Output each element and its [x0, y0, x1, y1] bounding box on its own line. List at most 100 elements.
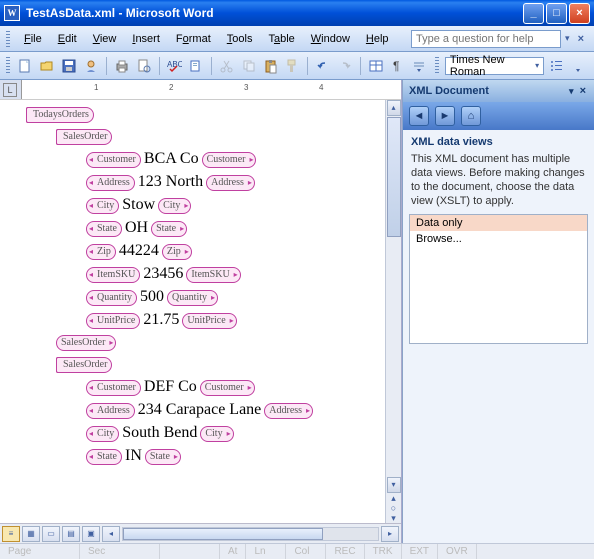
xml-value[interactable]: 500	[139, 288, 165, 305]
toolbar-grip[interactable]	[6, 57, 10, 75]
hscroll-right-icon[interactable]: ▸	[381, 526, 399, 542]
table-icon[interactable]	[366, 55, 386, 77]
xml-close-tag[interactable]: Zip	[162, 244, 192, 260]
xml-close-tag[interactable]: Customer	[200, 380, 255, 396]
spellcheck-icon[interactable]: ABC	[164, 55, 184, 77]
menubar-close-icon[interactable]: ×	[574, 33, 588, 45]
hscroll-left-icon[interactable]: ◂	[102, 526, 120, 542]
xml-close-tag[interactable]: State	[151, 221, 187, 237]
permissions-icon[interactable]	[81, 55, 101, 77]
help-dropdown-icon[interactable]: ▾	[561, 33, 574, 44]
menu-table[interactable]: Table	[260, 30, 302, 48]
xml-value[interactable]: 234 Carapace Lane	[137, 401, 262, 418]
nav-home-icon[interactable]: ⌂	[461, 106, 481, 126]
toolbar-options-2-icon[interactable]	[568, 55, 588, 77]
xml-close-tag[interactable]: Address	[206, 175, 255, 191]
research-icon[interactable]	[186, 55, 206, 77]
print-preview-icon[interactable]	[134, 55, 154, 77]
xml-close-tag[interactable]: UnitPrice	[182, 313, 236, 329]
show-marks-icon[interactable]: ¶	[388, 55, 408, 77]
browse-object-icon[interactable]: ○	[389, 503, 399, 513]
xml-close-tag[interactable]: SalesOrder	[56, 335, 116, 351]
menu-window[interactable]: Window	[303, 30, 358, 48]
print-view-button[interactable]: ▭	[42, 526, 60, 542]
copy-icon[interactable]	[239, 55, 259, 77]
list-item[interactable]: Browse...	[410, 231, 587, 247]
scroll-up-icon[interactable]: ▴	[387, 100, 401, 116]
xml-open-tag[interactable]: ItemSKU	[86, 267, 140, 283]
new-doc-icon[interactable]	[16, 55, 36, 77]
status-ovr[interactable]: OVR	[438, 544, 477, 559]
xml-close-tag[interactable]: Quantity	[167, 290, 218, 306]
save-icon[interactable]	[59, 55, 79, 77]
xml-open-tag[interactable]: TodaysOrders	[26, 107, 94, 123]
xml-open-tag[interactable]: Customer	[86, 152, 141, 168]
format-painter-icon[interactable]	[283, 55, 303, 77]
menu-insert[interactable]: Insert	[124, 30, 168, 48]
xml-value[interactable]: OH	[124, 219, 149, 236]
horizontal-scrollbar[interactable]	[122, 527, 379, 541]
xml-value[interactable]: 44224	[118, 242, 160, 259]
menu-edit[interactable]: Edit	[50, 30, 85, 48]
nav-forward-icon[interactable]: ►	[435, 106, 455, 126]
status-rec[interactable]: REC	[326, 544, 364, 559]
browse-prev-icon[interactable]: ▴	[389, 493, 399, 503]
xml-close-tag[interactable]: ItemSKU	[186, 267, 240, 283]
xml-open-tag[interactable]: City	[86, 198, 119, 214]
toolbar-options-icon[interactable]	[410, 55, 430, 77]
open-icon[interactable]	[37, 55, 57, 77]
xml-value[interactable]: 21.75	[142, 311, 180, 328]
xml-close-tag[interactable]: Customer	[202, 152, 257, 168]
xml-open-tag[interactable]: Customer	[86, 380, 141, 396]
scroll-down-icon[interactable]: ▾	[387, 477, 401, 493]
close-button[interactable]: ×	[569, 3, 590, 24]
xml-open-tag[interactable]: UnitPrice	[86, 313, 140, 329]
menu-tools[interactable]: Tools	[219, 30, 261, 48]
reading-view-button[interactable]: ▣	[82, 526, 100, 542]
outline-view-button[interactable]: ▤	[62, 526, 80, 542]
xml-open-tag[interactable]: Address	[86, 403, 135, 419]
menu-help[interactable]: Help	[358, 30, 397, 48]
print-icon[interactable]	[112, 55, 132, 77]
list-item[interactable]: Data only	[410, 215, 587, 231]
xml-value[interactable]: IN	[124, 447, 143, 464]
xml-open-tag[interactable]: City	[86, 426, 119, 442]
menu-grip[interactable]	[6, 31, 10, 47]
scroll-thumb[interactable]	[387, 117, 401, 237]
xml-open-tag[interactable]: State	[86, 449, 122, 465]
xml-value[interactable]: Stow	[121, 196, 156, 213]
xml-open-tag[interactable]: Address	[86, 175, 135, 191]
help-question-box[interactable]	[411, 30, 561, 48]
menu-view[interactable]: View	[85, 30, 125, 48]
status-ext[interactable]: EXT	[402, 544, 438, 559]
xml-close-tag[interactable]: City	[158, 198, 191, 214]
tab-selector-icon[interactable]: L	[3, 83, 17, 97]
maximize-button[interactable]: □	[546, 3, 567, 24]
font-selector[interactable]: Times New Roman▾	[445, 57, 544, 75]
xml-close-tag[interactable]: City	[200, 426, 233, 442]
status-trk[interactable]: TRK	[365, 544, 402, 559]
web-view-button[interactable]: ▦	[22, 526, 40, 542]
minimize-button[interactable]: _	[523, 3, 544, 24]
task-pane-dropdown-icon[interactable]: ▾	[565, 86, 578, 97]
toolbar-grip-2[interactable]	[435, 57, 439, 75]
menu-file[interactable]: File	[16, 30, 50, 48]
xslt-view-list[interactable]: Data only Browse...	[409, 214, 588, 344]
xml-value[interactable]: 23456	[142, 265, 184, 282]
bullets-icon[interactable]	[546, 55, 566, 77]
xml-open-tag[interactable]: Quantity	[86, 290, 137, 306]
xml-close-tag[interactable]: State	[145, 449, 181, 465]
browse-next-icon[interactable]: ▾	[389, 513, 399, 523]
document-body[interactable]: TodaysOrders SalesOrder CustomerBCA CoCu…	[0, 100, 385, 523]
hscroll-thumb[interactable]	[123, 528, 323, 540]
xml-open-tag[interactable]: State	[86, 221, 122, 237]
task-pane-close-icon[interactable]: ×	[578, 85, 588, 97]
xml-value[interactable]: BCA Co	[143, 150, 200, 167]
xml-open-tag[interactable]: Zip	[86, 244, 116, 260]
paste-icon[interactable]	[261, 55, 281, 77]
xml-value[interactable]: DEF Co	[143, 378, 198, 395]
nav-back-icon[interactable]: ◄	[409, 106, 429, 126]
xml-close-tag[interactable]: Address	[264, 403, 313, 419]
xml-value[interactable]: 123 North	[137, 173, 204, 190]
xml-open-tag[interactable]: SalesOrder	[56, 129, 112, 145]
